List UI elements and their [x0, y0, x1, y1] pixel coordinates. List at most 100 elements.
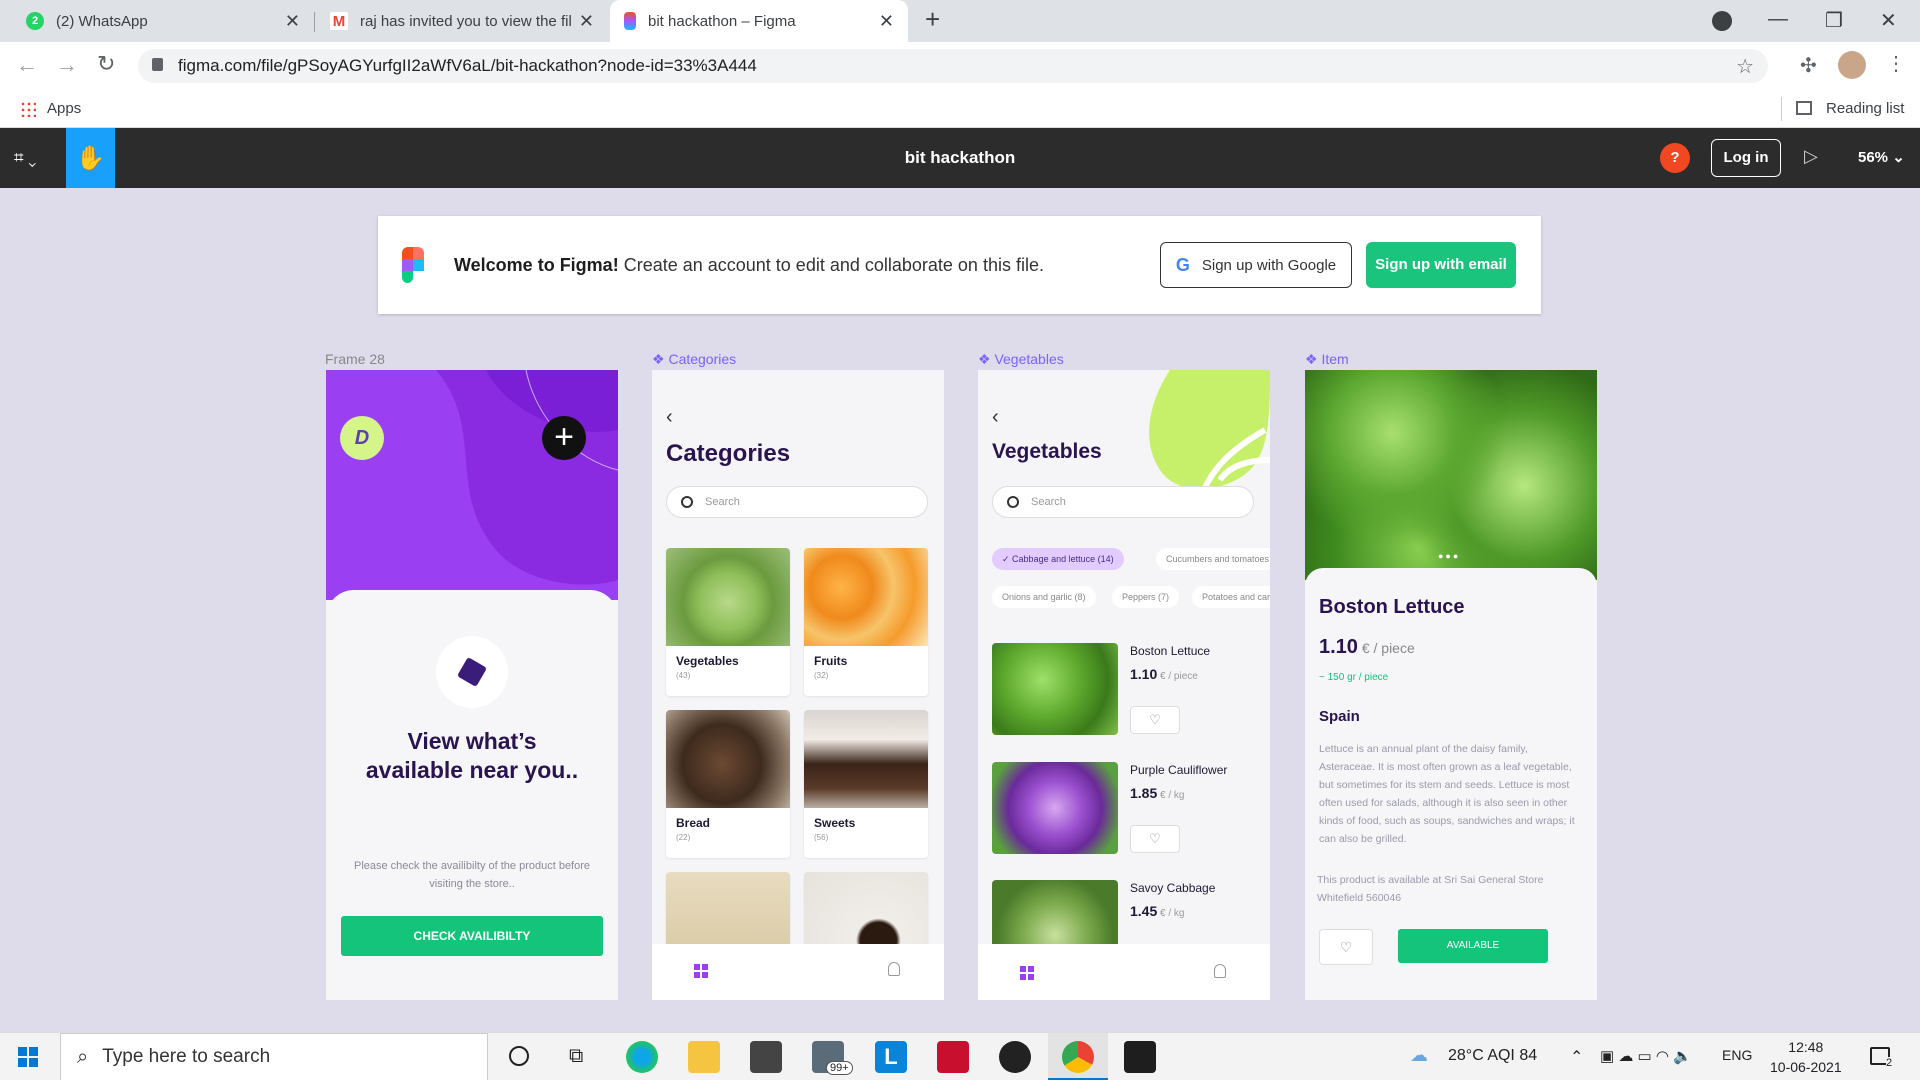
back-arrow-icon[interactable]: ← [16, 52, 38, 78]
category-card-pasta[interactable] [666, 872, 790, 952]
close-tab-icon[interactable]: ✕ [579, 11, 594, 32]
category-card-sweets[interactable]: Sweets (56) [804, 710, 928, 858]
search-input[interactable]: Search [992, 486, 1254, 518]
favorite-button[interactable]: ♡ [1319, 929, 1373, 965]
back-chevron-icon[interactable]: ‹ [666, 406, 673, 429]
maximize-button[interactable]: ❐ [1825, 8, 1843, 33]
grid-nav-icon[interactable] [1020, 966, 1034, 980]
weather-text[interactable]: 28°C AQI 84 [1448, 1047, 1537, 1065]
purple-cauliflower-image[interactable] [992, 762, 1118, 854]
apps-bookmark[interactable]: Apps [47, 100, 81, 117]
chip-onions[interactable]: Onions and garlic (8) [992, 586, 1096, 608]
bookmark-star-icon[interactable]: ☆ [1736, 54, 1754, 79]
favorite-button[interactable]: ♡ [1130, 706, 1180, 734]
frame-label-categories[interactable]: ❖ Categories [652, 351, 736, 368]
check-availability-button[interactable]: CHECK AVAILIBILTY [341, 916, 603, 956]
tray-chevron-icon[interactable]: ⌃ [1570, 1047, 1583, 1067]
profile-nav-icon[interactable] [888, 962, 900, 976]
frame-label-frame28[interactable]: Frame 28 [325, 351, 385, 367]
taskbar-search-input[interactable]: ⌕ Type here to search [60, 1033, 488, 1080]
reload-icon[interactable]: ↻ [97, 51, 115, 77]
purple-header: D + [326, 370, 618, 600]
close-window-button[interactable]: ✕ [1880, 8, 1897, 33]
profile-avatar[interactable] [1838, 51, 1866, 79]
l-app-icon[interactable]: L [875, 1041, 907, 1073]
product-price: 1.45 € / kg [1130, 903, 1185, 919]
edge-icon[interactable] [626, 1041, 658, 1073]
present-play-icon[interactable]: ▷ [1804, 146, 1818, 167]
tab-figma[interactable]: bit hackathon – Figma ✕ [610, 0, 908, 42]
reading-list[interactable]: Reading list [1826, 100, 1904, 117]
product-name: Savoy Cabbage [1130, 881, 1216, 895]
help-button[interactable]: ? [1660, 143, 1690, 173]
chip-peppers[interactable]: Peppers (7) [1112, 586, 1180, 608]
frame-vegetables: ‹ Vegetables Search ✓ Cabbage and lettuc… [978, 370, 1270, 1000]
profile-nav-icon[interactable] [1214, 964, 1226, 978]
url-bar[interactable]: figma.com/file/gPSoyAGYurfgII2aWfV6aL/bi… [138, 49, 1768, 83]
reading-list-icon [1796, 101, 1812, 115]
tab-search-icon[interactable] [1712, 11, 1732, 31]
xbox-icon[interactable] [999, 1041, 1031, 1073]
signup-email-button[interactable]: Sign up with email [1366, 242, 1516, 288]
sweets-image [804, 710, 928, 808]
menu-kebab-icon[interactable]: ⋮ [1886, 51, 1906, 76]
boston-lettuce-image[interactable] [992, 643, 1118, 735]
windows-start-icon[interactable] [18, 1047, 38, 1067]
minimize-button[interactable]: — [1768, 8, 1788, 31]
category-card-bread[interactable]: Bread (22) [666, 710, 790, 858]
language-indicator[interactable]: ENG [1722, 1047, 1752, 1063]
tab-title: raj has invited you to view the file [360, 12, 571, 30]
back-chevron-icon[interactable]: ‹ [992, 406, 999, 429]
category-card-vegetables[interactable]: Vegetables (43) [666, 548, 790, 696]
figma-taskbar-icon[interactable] [1124, 1041, 1156, 1073]
grid-nav-icon[interactable] [694, 964, 708, 978]
product-name: Boston Lettuce [1130, 644, 1211, 658]
item-availability: This product is available at Sri Sai Gen… [1317, 874, 1544, 904]
welcome-card: View what’s available near you.. Please … [326, 590, 618, 1000]
frame-label-item[interactable]: ❖ Item [1305, 351, 1349, 368]
forward-arrow-icon[interactable]: → [56, 52, 78, 78]
tab-whatsapp[interactable]: 2 (2) WhatsApp ✕ [12, 0, 314, 42]
extensions-icon[interactable]: ✣ [1800, 53, 1817, 78]
carousel-dots[interactable]: ●●● [1438, 551, 1460, 561]
clock[interactable]: 12:48 10-06-2021 [1770, 1037, 1842, 1077]
tab-title: bit hackathon – Figma [648, 12, 796, 30]
frame-categories: ‹ Categories Search Vegetables (43) Frui… [652, 370, 944, 1000]
chrome-icon[interactable] [1062, 1041, 1094, 1073]
search-input[interactable]: Search [666, 486, 928, 518]
favorite-button[interactable]: ♡ [1130, 825, 1180, 853]
bookmarks-bar: Apps Reading list [0, 90, 1920, 128]
gmail-icon: M [330, 12, 348, 30]
browser-tab-strip: 2 (2) WhatsApp ✕ M raj has invited you t… [0, 0, 1920, 42]
notification-count: 2 [1886, 1057, 1893, 1069]
note-line-2: visiting the store.. [429, 878, 515, 890]
frame-label-vegetables[interactable]: ❖ Vegetables [978, 351, 1064, 368]
chip-potatoes[interactable]: Potatoes and carrots [1192, 586, 1270, 608]
login-button[interactable]: Log in [1711, 139, 1781, 177]
zoom-dropdown[interactable]: 56% ⌄ [1858, 148, 1905, 166]
available-button[interactable]: AVAILABLE [1398, 929, 1548, 963]
avatar[interactable]: D [340, 416, 384, 460]
task-view-icon[interactable]: ⧉ [569, 1045, 583, 1068]
address-bar-row: ← → ↻ figma.com/file/gPSoyAGYurfgII2aWfV… [0, 42, 1920, 90]
close-tab-icon[interactable]: ✕ [879, 11, 894, 32]
search-icon [1007, 496, 1019, 508]
category-card-fruits[interactable]: Fruits (32) [804, 548, 928, 696]
mcafee-icon[interactable] [937, 1041, 969, 1073]
signup-google-button[interactable]: G Sign up with Google [1160, 242, 1352, 288]
cortana-icon[interactable] [509, 1046, 529, 1066]
product-price: 1.10 € / piece [1130, 666, 1198, 682]
item-price: 1.10 € / piece [1319, 636, 1415, 658]
bottom-nav [652, 944, 944, 1000]
add-button[interactable]: + [542, 416, 586, 460]
new-tab-button[interactable]: + [925, 4, 940, 35]
chip-cucumbers[interactable]: Cucumbers and tomatoes [1156, 548, 1270, 570]
tab-gmail[interactable]: M raj has invited you to view the file ✕ [316, 0, 608, 42]
chip-cabbage-lettuce[interactable]: ✓ Cabbage and lettuce (14) [992, 548, 1124, 570]
tray-icons[interactable]: ▣ ☁ ▭ ◠ 🔈 [1600, 1047, 1692, 1065]
store-icon[interactable] [750, 1041, 782, 1073]
file-explorer-icon[interactable] [688, 1041, 720, 1073]
close-tab-icon[interactable]: ✕ [285, 11, 300, 32]
frame-item: ●●● Boston Lettuce 1.10 € / piece ~ 150 … [1305, 370, 1597, 1000]
category-card-drinks[interactable] [804, 872, 928, 952]
